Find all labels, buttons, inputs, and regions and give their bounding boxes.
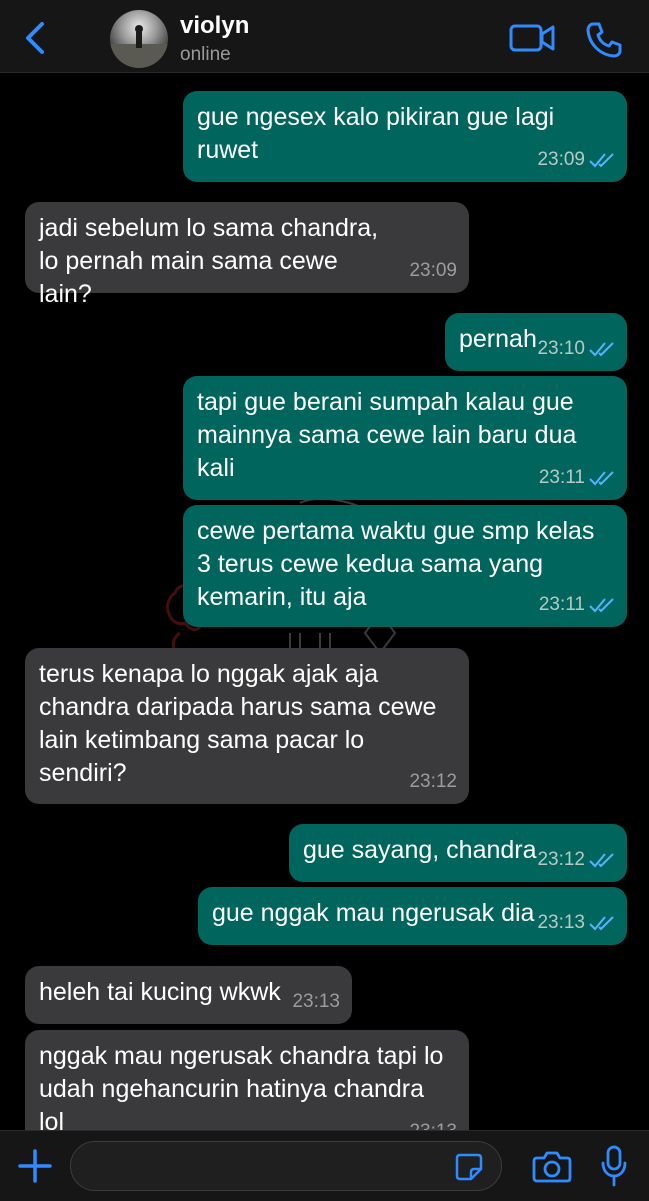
- chat-header: violyn online: [0, 0, 649, 73]
- message-time: 23:13: [537, 912, 585, 933]
- message-outgoing[interactable]: gue nggak mau ngerusak dia 23:13: [198, 887, 627, 945]
- message-meta: 23:12: [409, 765, 457, 798]
- message-time: 23:13: [292, 991, 340, 1012]
- message-time: 23:12: [537, 849, 585, 870]
- message-meta: 23:10: [537, 332, 615, 365]
- message-meta: 23:11: [539, 588, 615, 621]
- message-input[interactable]: [70, 1141, 502, 1191]
- message-list[interactable]: gue ngesex kalo pikiran gue lagi ruwet 2…: [0, 73, 649, 1130]
- message-time: 23:12: [409, 771, 457, 792]
- message-time: 23:10: [537, 338, 585, 359]
- message-meta: 23:09: [409, 254, 457, 287]
- microphone-icon[interactable]: [600, 1145, 628, 1187]
- double-check-icon: [589, 341, 614, 356]
- message-incoming[interactable]: terus kenapa lo nggak ajak aja chandra d…: [25, 648, 469, 804]
- plus-icon[interactable]: [16, 1147, 54, 1185]
- double-check-icon: [589, 915, 614, 930]
- message-meta: 23:13: [292, 985, 340, 1018]
- message-outgoing[interactable]: pernah 23:10: [445, 313, 627, 371]
- message-outgoing[interactable]: gue ngesex kalo pikiran gue lagi ruwet 2…: [183, 91, 627, 182]
- sticker-icon[interactable]: [454, 1152, 484, 1182]
- message-meta: 23:13: [537, 906, 615, 939]
- message-time: 23:09: [537, 149, 585, 170]
- video-call-icon[interactable]: [508, 20, 556, 56]
- message-text: jadi sebelum lo sama chandra, lo pernah …: [39, 214, 379, 308]
- message-incoming[interactable]: jadi sebelum lo sama chandra, lo pernah …: [25, 202, 469, 308]
- message-time: 23:11: [538, 467, 585, 488]
- composer-bar: [0, 1130, 649, 1201]
- message-time: 23:09: [409, 260, 457, 281]
- message-meta: 23:12: [537, 843, 615, 876]
- message-outgoing[interactable]: tapi gue berani sumpah kalau gue mainnya…: [183, 376, 627, 500]
- message-time: 23:13: [409, 1115, 457, 1130]
- camera-icon[interactable]: [532, 1149, 572, 1183]
- double-check-icon: [589, 152, 614, 167]
- message-incoming[interactable]: heleh tai kucing wkwk 23:13: [25, 966, 352, 1024]
- phone-icon[interactable]: [584, 20, 624, 60]
- message-time: 23:11: [538, 594, 585, 615]
- contact-name[interactable]: violyn: [180, 12, 249, 40]
- message-outgoing[interactable]: gue sayang, chandra 23:12: [289, 824, 627, 882]
- message-incoming[interactable]: nggak mau ngerusak chandra tapi lo udah …: [25, 1030, 469, 1130]
- message-meta: 23:09: [537, 143, 615, 176]
- double-check-icon: [589, 470, 614, 485]
- message-text: terus kenapa lo nggak ajak aja chandra d…: [39, 660, 437, 787]
- double-check-icon: [589, 852, 614, 867]
- message-meta: 23:11: [539, 461, 615, 494]
- contact-status: online: [180, 44, 231, 65]
- message-meta: 23:13: [409, 1115, 457, 1130]
- message-outgoing[interactable]: cewe pertama waktu gue smp kelas 3 terus…: [183, 505, 627, 627]
- message-text: nggak mau ngerusak chandra tapi lo udah …: [39, 1042, 444, 1130]
- double-check-icon: [589, 597, 614, 612]
- chevron-left-icon[interactable]: [18, 20, 54, 56]
- avatar[interactable]: [110, 10, 168, 68]
